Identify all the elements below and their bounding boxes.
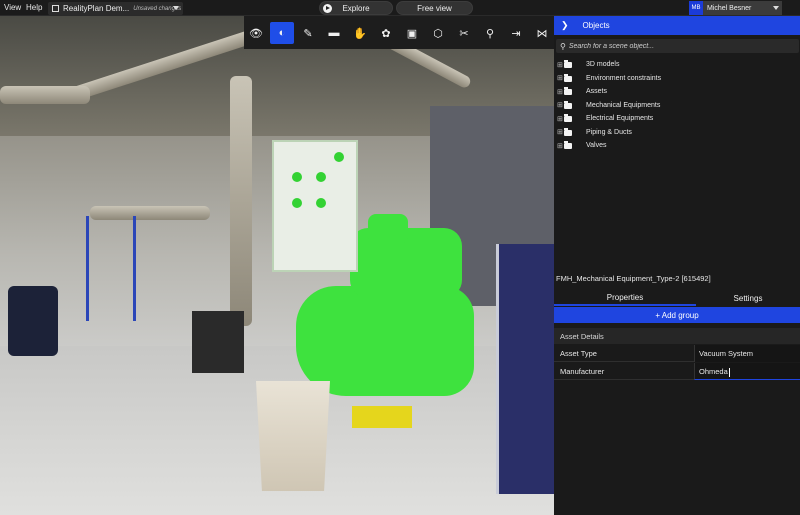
chevron-down-icon <box>173 6 179 10</box>
scissors-icon[interactable]: ✂ <box>452 22 476 44</box>
chevron-down-icon[interactable] <box>773 6 779 10</box>
tree-item-assets[interactable]: ⊞ Assets <box>554 85 800 98</box>
free-view-label: Free view <box>417 3 452 13</box>
explore-label: Explore <box>342 3 370 13</box>
measure-icon[interactable]: ✎ <box>296 22 320 44</box>
user-menu[interactable]: MB Michel Besner <box>689 1 782 15</box>
expand-icon[interactable]: ⊞ <box>557 142 563 150</box>
expand-icon[interactable]: ⊞ <box>557 101 563 109</box>
search-icon: ⚲ <box>560 41 566 51</box>
panel-button <box>316 198 326 208</box>
folder-icon <box>564 87 572 95</box>
cabinet <box>192 311 244 373</box>
property-value-field[interactable]: Vacuum System <box>694 345 800 362</box>
panel-button <box>292 198 302 208</box>
hand-icon[interactable]: ✋ <box>348 22 372 44</box>
section-asset-details[interactable]: Asset Details <box>554 328 800 344</box>
property-key: Asset Type <box>560 349 597 358</box>
panel-button <box>334 152 344 162</box>
tree-item-environment-constraints[interactable]: ⊞ Environment constraints <box>554 72 800 85</box>
objects-panel: ❯ Objects ⚲ ⊞ 3D models ⊞ Environment cons… <box>554 16 800 515</box>
expand-icon[interactable]: ⊞ <box>557 74 563 82</box>
folder-icon <box>564 100 572 109</box>
cube-icon[interactable]: ⬡ <box>426 22 450 44</box>
menu-help[interactable]: Help <box>26 3 42 12</box>
add-group-button[interactable]: + Add group <box>554 307 800 323</box>
tree-item-valves[interactable]: ⊞ Valves <box>554 139 800 152</box>
tree-item-label: Assets <box>586 88 608 95</box>
tab-properties[interactable]: Properties <box>554 290 696 306</box>
waste-bin <box>256 381 330 491</box>
highlighted-motor-top[interactable] <box>368 214 408 244</box>
expand-icon[interactable]: ⊞ <box>557 61 563 69</box>
folder-icon <box>564 141 572 149</box>
project-selector[interactable]: RealityPlan Dem... Unsaved changes <box>48 2 183 15</box>
avatar: MB <box>689 1 703 15</box>
expand-icon[interactable]: ⊞ <box>557 115 563 123</box>
ladder <box>86 216 136 321</box>
search-box[interactable]: ⚲ <box>556 39 799 53</box>
property-value-field[interactable]: Ohmeda <box>694 363 800 380</box>
tree-item-label: Valves <box>586 142 607 149</box>
folder-icon <box>564 73 572 82</box>
search-input[interactable] <box>568 42 789 50</box>
expand-icon[interactable]: ⊞ <box>557 128 563 136</box>
project-icon <box>52 5 59 12</box>
tree-item-mechanical-equipments[interactable]: ⊞ Mechanical Equipments <box>554 99 800 112</box>
highlighted-tank[interactable] <box>296 286 474 396</box>
link-icon[interactable]: ⚲ <box>478 22 502 44</box>
top-bar: View Help RealityPlan Dem... Unsaved cha… <box>0 0 800 16</box>
property-row: Asset Type Vacuum System <box>554 345 800 362</box>
tree-item-label: Environment constraints <box>586 74 662 82</box>
tree-item-electrical-equipments[interactable]: ⊞ Electrical Equipments <box>554 112 800 125</box>
property-row: Manufacturer Ohmeda <box>554 363 800 380</box>
project-name: RealityPlan Dem... <box>63 4 130 13</box>
equipment-rack <box>496 244 554 494</box>
folder-icon <box>564 60 572 68</box>
crop-icon[interactable]: ▣ <box>400 22 424 44</box>
comment-icon[interactable]: ▬ <box>322 22 346 44</box>
tree-item-label: Piping & Ducts <box>586 128 632 136</box>
scene-toolbar: 👁 ◐ ✎ ▬ ✋ ✿ ▣ ⬡ ✂ ⚲ ⇥ ⋈ <box>244 16 554 49</box>
text-caret <box>728 367 730 377</box>
tree-item-label: Electrical Equipments <box>586 115 654 122</box>
explore-button[interactable]: Explore <box>319 1 393 15</box>
tree-item-label: 3D models <box>586 61 620 68</box>
panel-button <box>292 172 302 182</box>
office-chair <box>8 286 58 356</box>
expand-icon[interactable]: ⊞ <box>557 88 563 96</box>
selected-object-name: FMH_Mechanical Equipment_Type-2 [615492] <box>556 274 711 283</box>
property-tabs: Properties Settings <box>554 290 800 306</box>
folder-icon <box>564 127 572 136</box>
menu-view[interactable]: View <box>4 3 21 12</box>
objects-title: Objects <box>582 21 610 30</box>
export-icon[interactable]: ⇥ <box>504 22 528 44</box>
palette-icon[interactable]: ✿ <box>374 22 398 44</box>
play-icon <box>323 4 332 13</box>
pipe <box>0 86 90 104</box>
chevron-right-icon[interactable]: ❯ <box>561 20 569 31</box>
property-value-text: Ohmeda <box>699 367 728 376</box>
control-panel[interactable] <box>272 140 358 272</box>
tree-item-3d-models[interactable]: ⊞ 3D models <box>554 58 800 71</box>
contrast-icon[interactable]: ◐ <box>270 22 294 44</box>
scene-viewport[interactable] <box>0 16 554 515</box>
tree-item-label: Mechanical Equipments <box>586 101 661 109</box>
panel-button <box>316 172 326 182</box>
eye-icon[interactable]: 👁 <box>244 22 268 44</box>
user-name: Michel Besner <box>707 4 752 12</box>
folder-icon <box>564 114 572 122</box>
free-view-button[interactable]: Free view <box>396 1 473 15</box>
objects-header[interactable]: ❯ Objects <box>554 16 800 35</box>
yellow-block <box>352 406 412 428</box>
property-key: Manufacturer <box>560 367 605 376</box>
tab-settings[interactable]: Settings <box>696 290 800 306</box>
pipe <box>230 76 252 326</box>
share-icon[interactable]: ⋈ <box>530 22 554 44</box>
tree-item-piping-ducts[interactable]: ⊞ Piping & Ducts <box>554 126 800 139</box>
